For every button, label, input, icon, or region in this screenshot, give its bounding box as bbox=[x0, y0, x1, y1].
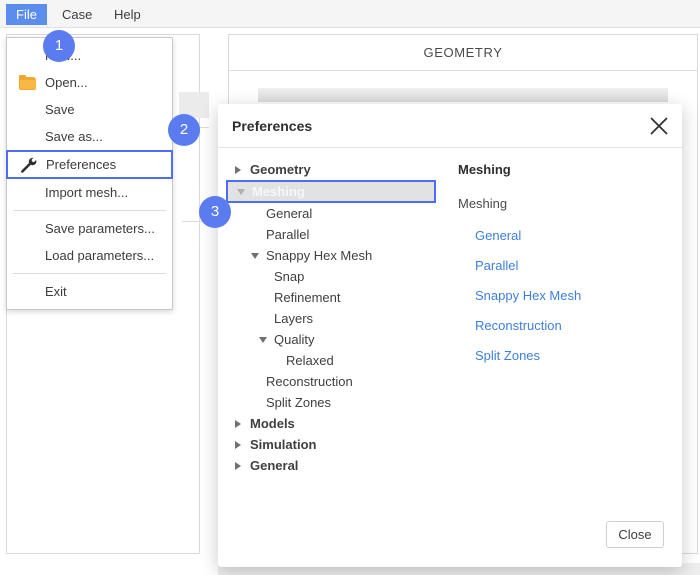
menu-item-save[interactable]: Save bbox=[7, 96, 172, 123]
close-button[interactable]: Close bbox=[606, 521, 664, 548]
geometry-panel-header: GEOMETRY bbox=[229, 35, 697, 71]
menu-item-exit[interactable]: Exit bbox=[7, 278, 172, 305]
tree-item-meshing-parallel[interactable]: Parallel bbox=[226, 224, 436, 245]
tree-item-label: Quality bbox=[274, 332, 315, 347]
chevron-right-icon[interactable] bbox=[235, 440, 241, 449]
tree-item-general[interactable]: General bbox=[226, 455, 436, 476]
menu-file[interactable]: File bbox=[6, 4, 47, 25]
tree-item-label: Snap bbox=[274, 269, 305, 284]
preferences-detail-panel: Meshing Meshing General Parallel Snappy … bbox=[458, 159, 668, 364]
step-badge-3: 3 bbox=[199, 196, 231, 228]
tree-item-label: Snappy Hex Mesh bbox=[266, 248, 373, 263]
tree-item-label: Layers bbox=[274, 311, 314, 326]
tree-item-label: Refinement bbox=[274, 290, 341, 305]
menu-item-open[interactable]: Open... bbox=[7, 69, 172, 96]
menu-item-import-mesh[interactable]: Import mesh... bbox=[7, 179, 172, 206]
dialog-titlebar: Preferences bbox=[218, 104, 682, 148]
background-status-strip-left bbox=[0, 563, 218, 575]
menu-item-save-as[interactable]: Save as... bbox=[7, 123, 172, 150]
tree-item-label: Reconstruction bbox=[266, 374, 353, 389]
tree-item-split-zones[interactable]: Split Zones bbox=[226, 392, 436, 413]
tree-item-label: Geometry bbox=[250, 162, 311, 177]
dialog-footer: Close bbox=[218, 511, 682, 567]
menu-item-save-parameters-label: Save parameters... bbox=[45, 221, 155, 236]
tree-item-models[interactable]: Models bbox=[226, 413, 436, 434]
tree-item-layers[interactable]: Layers bbox=[226, 308, 436, 329]
menu-separator-1 bbox=[13, 210, 166, 211]
menu-item-open-label: Open... bbox=[45, 75, 88, 90]
chevron-down-icon[interactable] bbox=[259, 336, 267, 343]
dialog-title: Preferences bbox=[232, 118, 313, 134]
tree-item-label: Meshing bbox=[252, 184, 305, 199]
tree-item-label: Simulation bbox=[250, 437, 317, 452]
tree-item-refinement[interactable]: Refinement bbox=[226, 287, 436, 308]
step-badge-1: 1 bbox=[43, 30, 75, 62]
tree-item-label: General bbox=[266, 206, 313, 221]
close-icon[interactable] bbox=[648, 115, 670, 137]
menu-item-save-as-label: Save as... bbox=[45, 129, 103, 144]
preferences-dialog: Preferences Geometry Meshing General Par… bbox=[218, 104, 682, 567]
tree-item-meshing-general[interactable]: General bbox=[226, 203, 436, 224]
menu-case[interactable]: Case bbox=[52, 4, 102, 25]
preferences-tree: Geometry Meshing General Parallel Snappy… bbox=[226, 159, 436, 519]
tree-item-meshing[interactable]: Meshing bbox=[226, 180, 436, 203]
chevron-down-icon[interactable] bbox=[251, 252, 259, 259]
menu-item-load-parameters-label: Load parameters... bbox=[45, 248, 155, 263]
detail-link-parallel[interactable]: Parallel bbox=[475, 257, 668, 274]
background-toolbar-strip bbox=[258, 88, 668, 102]
dialog-body: Geometry Meshing General Parallel Snappy… bbox=[218, 149, 682, 567]
tree-item-reconstruction[interactable]: Reconstruction bbox=[226, 371, 436, 392]
tree-item-label: Models bbox=[250, 416, 295, 431]
menu-help[interactable]: Help bbox=[104, 4, 151, 25]
menu-item-new[interactable]: New... bbox=[7, 42, 172, 69]
menu-item-import-mesh-label: Import mesh... bbox=[45, 185, 129, 200]
wrench-icon bbox=[20, 157, 38, 173]
chevron-right-icon[interactable] bbox=[235, 165, 241, 174]
tree-item-simulation[interactable]: Simulation bbox=[226, 434, 436, 455]
detail-link-split-zones[interactable]: Split Zones bbox=[475, 347, 668, 364]
menu-item-exit-label: Exit bbox=[45, 284, 67, 299]
detail-subtitle: Meshing bbox=[458, 196, 508, 211]
menu-item-save-parameters[interactable]: Save parameters... bbox=[7, 215, 172, 242]
menu-item-load-parameters[interactable]: Load parameters... bbox=[7, 242, 172, 269]
menu-item-preferences-label: Preferences bbox=[46, 157, 117, 172]
file-dropdown-menu: New... Open... Save Save as... Preferenc… bbox=[6, 37, 173, 310]
chevron-right-icon[interactable] bbox=[235, 419, 241, 428]
detail-link-snappy-hex-mesh[interactable]: Snappy Hex Mesh bbox=[475, 287, 668, 304]
detail-link-general[interactable]: General bbox=[475, 227, 668, 244]
tree-item-quality[interactable]: Quality bbox=[226, 329, 436, 350]
menu-item-save-label: Save bbox=[45, 102, 75, 117]
menu-separator-2 bbox=[13, 273, 166, 274]
tree-item-snap[interactable]: Snap bbox=[226, 266, 436, 287]
tree-item-relaxed[interactable]: Relaxed bbox=[226, 350, 436, 371]
tree-item-label: Parallel bbox=[266, 227, 310, 242]
menu-bar: File Case Help bbox=[0, 0, 700, 28]
chevron-down-icon[interactable] bbox=[237, 188, 245, 195]
folder-icon bbox=[19, 74, 37, 91]
tree-item-label: Relaxed bbox=[286, 353, 334, 368]
menu-item-preferences[interactable]: Preferences bbox=[6, 150, 173, 179]
step-badge-2: 2 bbox=[168, 114, 200, 146]
tree-item-geometry[interactable]: Geometry bbox=[226, 159, 436, 180]
detail-heading: Meshing bbox=[458, 162, 511, 177]
tree-item-label: Split Zones bbox=[266, 395, 332, 410]
tree-item-snappy-hex-mesh[interactable]: Snappy Hex Mesh bbox=[226, 245, 436, 266]
detail-link-reconstruction[interactable]: Reconstruction bbox=[475, 317, 668, 334]
chevron-right-icon[interactable] bbox=[235, 461, 241, 470]
tree-item-label: General bbox=[250, 458, 299, 473]
